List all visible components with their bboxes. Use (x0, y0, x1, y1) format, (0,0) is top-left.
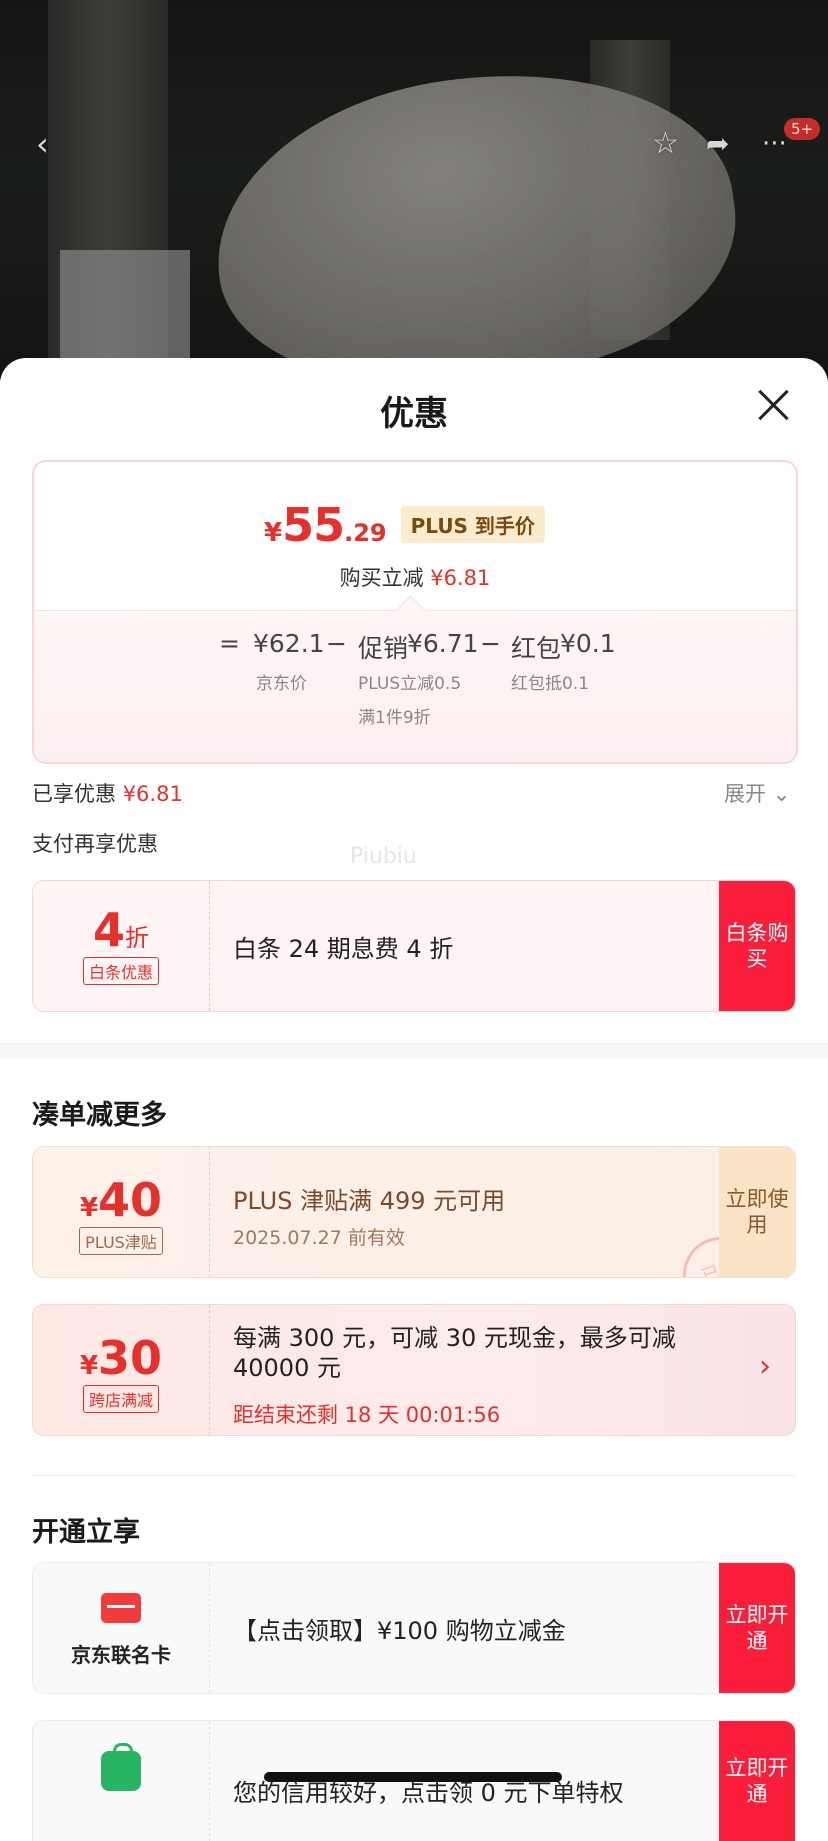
cross-store-coupon-card[interactable]: ¥30 跨店满减 每满 300 元，可减 30 元现金，最多可减 40000 元… (32, 1304, 796, 1436)
price-integer: 55 (282, 498, 345, 552)
section-divider (0, 1043, 828, 1059)
cobrand-card-name: 京东联名卡 (71, 1643, 171, 1667)
jd-price-caption: 京东价 (256, 674, 307, 694)
open-section-title: 开通立享 (32, 1517, 140, 1548)
baitiao-discount-badge: 4折 白条优惠 (33, 881, 210, 1011)
share-icon[interactable]: ➦ (706, 128, 729, 160)
divider-line (32, 1475, 794, 1476)
enjoyed-value: ¥6.81 (122, 782, 183, 806)
equals-sign: = (219, 629, 240, 658)
pay-more-heading: 支付再享优惠 (32, 832, 158, 856)
cobrand-card-badge: 京东联名卡 (33, 1563, 210, 1693)
plus-price-tag: PLUS 到手价 (400, 506, 545, 543)
star-icon[interactable]: ☆ (652, 128, 679, 160)
cross-store-body: 每满 300 元，可减 30 元现金，最多可减 40000 元 距结束还剩 18… (233, 1305, 755, 1435)
cross-store-tag: 跨店满减 (82, 1385, 159, 1413)
home-indicator (264, 1772, 562, 1782)
minus-sign: − (326, 629, 347, 658)
plus-coupon-currency: ¥ (79, 1193, 99, 1223)
promo-label: 促销 (358, 634, 409, 663)
baitiao-buy-button[interactable]: 白条购买 (719, 881, 795, 1011)
price-breakdown-card: ¥ 55 .29 PLUS 到手价 购买立减 ¥6.81 = ¥62.1 − 促… (32, 460, 798, 764)
price-currency: ¥ (264, 518, 283, 548)
plus-coupon-body: PLUS 津贴满 499 元可用 2025.07.27 前有效 已领 (233, 1147, 770, 1277)
baitiao-body: 白条 24 期息费 4 折 (233, 881, 715, 1011)
plus-coupon-title: PLUS 津贴满 499 元可用 (233, 1187, 506, 1215)
overlay-dim (0, 0, 828, 380)
cross-store-title: 每满 300 元，可减 30 元现金，最多可减 40000 元 (233, 1324, 676, 1382)
product-photo-background (0, 0, 828, 380)
plus-coupon-value: 40 (98, 1173, 163, 1227)
plus-coupon-card[interactable]: ¥40 PLUS津贴 PLUS 津贴满 499 元可用 2025.07.27 前… (32, 1146, 796, 1278)
chevron-right-icon[interactable]: › (759, 1349, 771, 1384)
instant-discount: 购买立减 ¥6.81 (34, 562, 796, 592)
open-privilege-button[interactable]: 立即开通 (719, 1721, 795, 1841)
discount-sheet: 优惠 ¥ 55 .29 PLUS 到手价 购买立减 ¥6.81 = ¥62.1 … (0, 358, 828, 1841)
close-icon[interactable] (756, 388, 790, 422)
enjoyed-label: 已享优惠 (32, 782, 116, 806)
enjoyed-discount: 已享优惠 ¥6.81 (32, 778, 183, 808)
use-now-button[interactable]: 立即使用 (719, 1147, 795, 1277)
cobrand-card-body: 【点击领取】¥100 购物立减金 (233, 1563, 715, 1693)
more-section-title: 凑单减更多 (32, 1100, 167, 1131)
baitiao-discount-unit: 折 (125, 924, 149, 952)
more-badge: 5+ (784, 118, 821, 140)
credit-card-icon (101, 1593, 141, 1623)
expand-label: 展开 (724, 782, 766, 806)
price-decimal: .29 (344, 519, 387, 547)
expand-button[interactable]: 展开 ⌄ (724, 778, 790, 808)
instant-discount-label: 购买立减 (339, 566, 424, 590)
shopping-bag-icon (101, 1743, 141, 1791)
baitiao-offer-card[interactable]: 4折 白条优惠 白条 24 期息费 4 折 白条购买 (32, 880, 796, 1012)
cross-store-amount: ¥30 跨店满减 (33, 1305, 210, 1435)
cobrand-card-desc: 【点击领取】¥100 购物立减金 (233, 1617, 566, 1645)
plus-coupon-tag: PLUS津贴 (79, 1227, 163, 1255)
cross-store-countdown: 距结束还剩 18 天 00:01:56 (233, 1403, 501, 1427)
baitiao-tag: 白条优惠 (82, 957, 159, 985)
price-summary: ¥ 55 .29 PLUS 到手价 购买立减 ¥6.81 (34, 462, 796, 608)
redpack-label: 红包 (511, 634, 562, 663)
open-card-button[interactable]: 立即开通 (719, 1563, 795, 1693)
instant-discount-value: ¥6.81 (430, 566, 491, 590)
minus-sign: − (480, 629, 501, 658)
redpack-value: ¥0.1 (560, 629, 616, 658)
baitiao-desc: 白条 24 期息费 4 折 (233, 935, 454, 963)
jd-price-value: ¥62.1 (253, 629, 325, 658)
cobrand-card-offer[interactable]: 京东联名卡 【点击领取】¥100 购物立减金 立即开通 (32, 1562, 796, 1694)
redpack-caption: 红包抵0.1 (511, 674, 590, 694)
final-price: ¥ 55 .29 PLUS 到手价 (264, 498, 545, 552)
cross-store-currency: ¥ (79, 1351, 99, 1381)
promo-value: ¥6.71 (407, 629, 479, 658)
sheet-title: 优惠 (380, 394, 448, 434)
price-formula: = ¥62.1 − 促销 ¥6.71 − 红包 ¥0.1 京东价 PLUS立减0… (34, 610, 796, 762)
back-icon[interactable]: ‹ (36, 128, 49, 160)
plus-coupon-amount: ¥40 PLUS津贴 (33, 1147, 210, 1277)
watermark: Piubiu (350, 844, 417, 869)
promo-caption-2: 满1件9折 (358, 708, 431, 728)
cross-store-value: 30 (98, 1331, 163, 1385)
promo-caption-1: PLUS立减0.5 (358, 674, 462, 694)
baitiao-discount-number: 4 (92, 903, 125, 957)
chevron-down-icon: ⌄ (772, 782, 791, 806)
credit-privilege-badge (33, 1721, 210, 1841)
plus-coupon-valid: 2025.07.27 前有效 (233, 1227, 405, 1249)
more-icon[interactable]: ··· (762, 128, 787, 160)
